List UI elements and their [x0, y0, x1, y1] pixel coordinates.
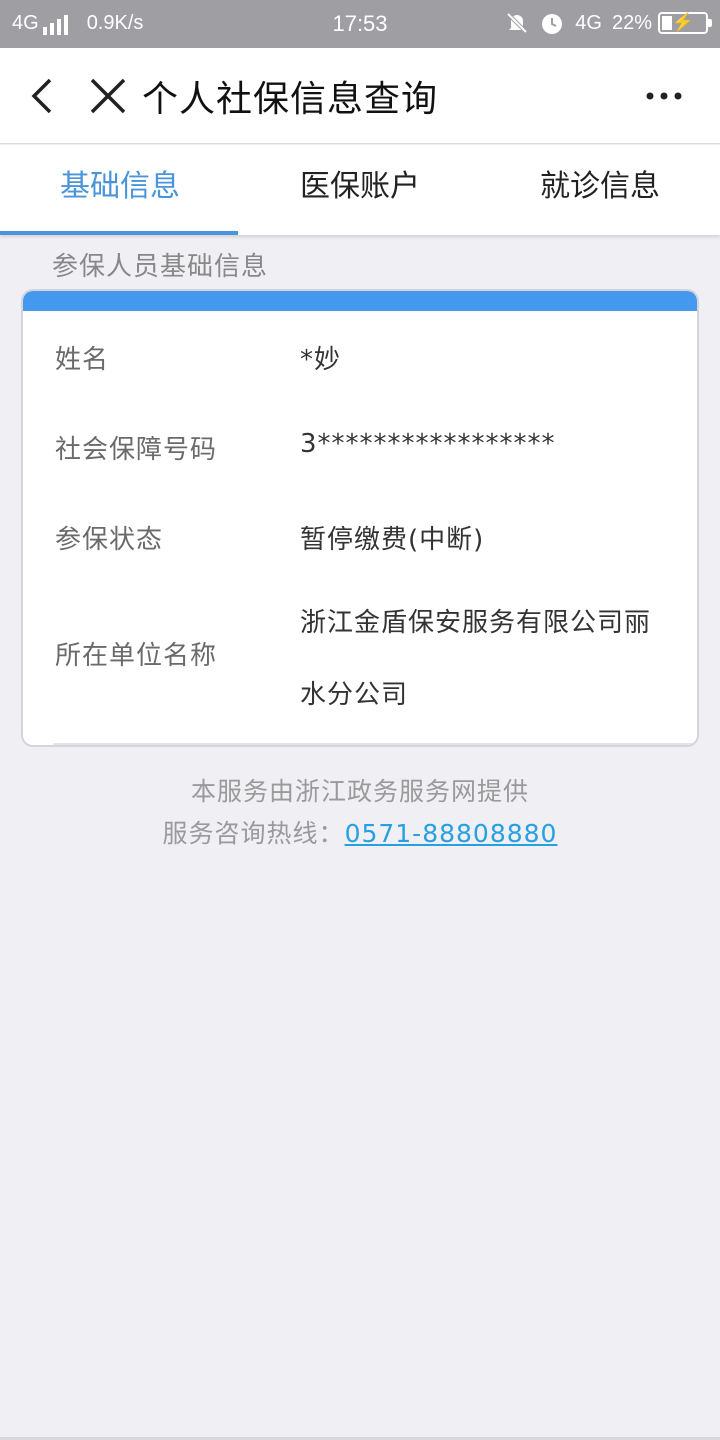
- card-header-bar: [23, 291, 697, 311]
- more-icon[interactable]: [644, 88, 684, 104]
- company-label: 所在单位名称: [55, 641, 218, 671]
- mute-bell-icon: [506, 12, 528, 34]
- tab-bar: 基础信息 医保账户 就诊信息: [0, 145, 720, 235]
- company-value: 浙江金盾保安服务有限公司丽水分公司: [300, 608, 652, 710]
- name-label: 姓名: [55, 345, 110, 375]
- provider-note: 本服务由浙江政务服务网提供: [190, 777, 529, 806]
- hotline-link[interactable]: 0571-88808880: [345, 819, 558, 848]
- ssn-label: 社会保障号码: [55, 435, 218, 465]
- ssn-value: 3*****************: [300, 429, 556, 459]
- back-icon[interactable]: [26, 76, 62, 116]
- battery-icon: ⚡: [658, 12, 712, 34]
- section-title: 参保人员基础信息: [52, 252, 269, 282]
- nav-bar: 个人社保信息查询: [0, 48, 720, 144]
- status-value: 暂停缴费(中断): [300, 525, 485, 555]
- hotline-row: 服务咨询热线：0571-88808880: [0, 814, 720, 850]
- info-card: 姓名 *妙 社会保障号码 3***************** 参保状态 暂停缴…: [21, 289, 699, 747]
- alarm-icon: [542, 14, 563, 34]
- tab-medical-account[interactable]: 医保账户: [240, 145, 480, 235]
- status-bar: 4G 0.9K/s 17:53 4G 22% ⚡: [0, 0, 720, 48]
- divider: [53, 743, 697, 745]
- tab-visit-info[interactable]: 就诊信息: [480, 145, 720, 235]
- status-label: 参保状态: [55, 525, 164, 555]
- hotline-label: 服务咨询热线：: [162, 819, 345, 848]
- status-right: 4G 22% ⚡: [495, 10, 712, 36]
- network-type-right: 4G: [575, 11, 602, 34]
- tab-basic-info[interactable]: 基础信息: [0, 145, 240, 235]
- battery-percent: 22%: [611, 11, 652, 34]
- close-icon[interactable]: [88, 76, 128, 116]
- page-title: 个人社保信息查询: [142, 79, 439, 120]
- name-value: *妙: [300, 345, 342, 375]
